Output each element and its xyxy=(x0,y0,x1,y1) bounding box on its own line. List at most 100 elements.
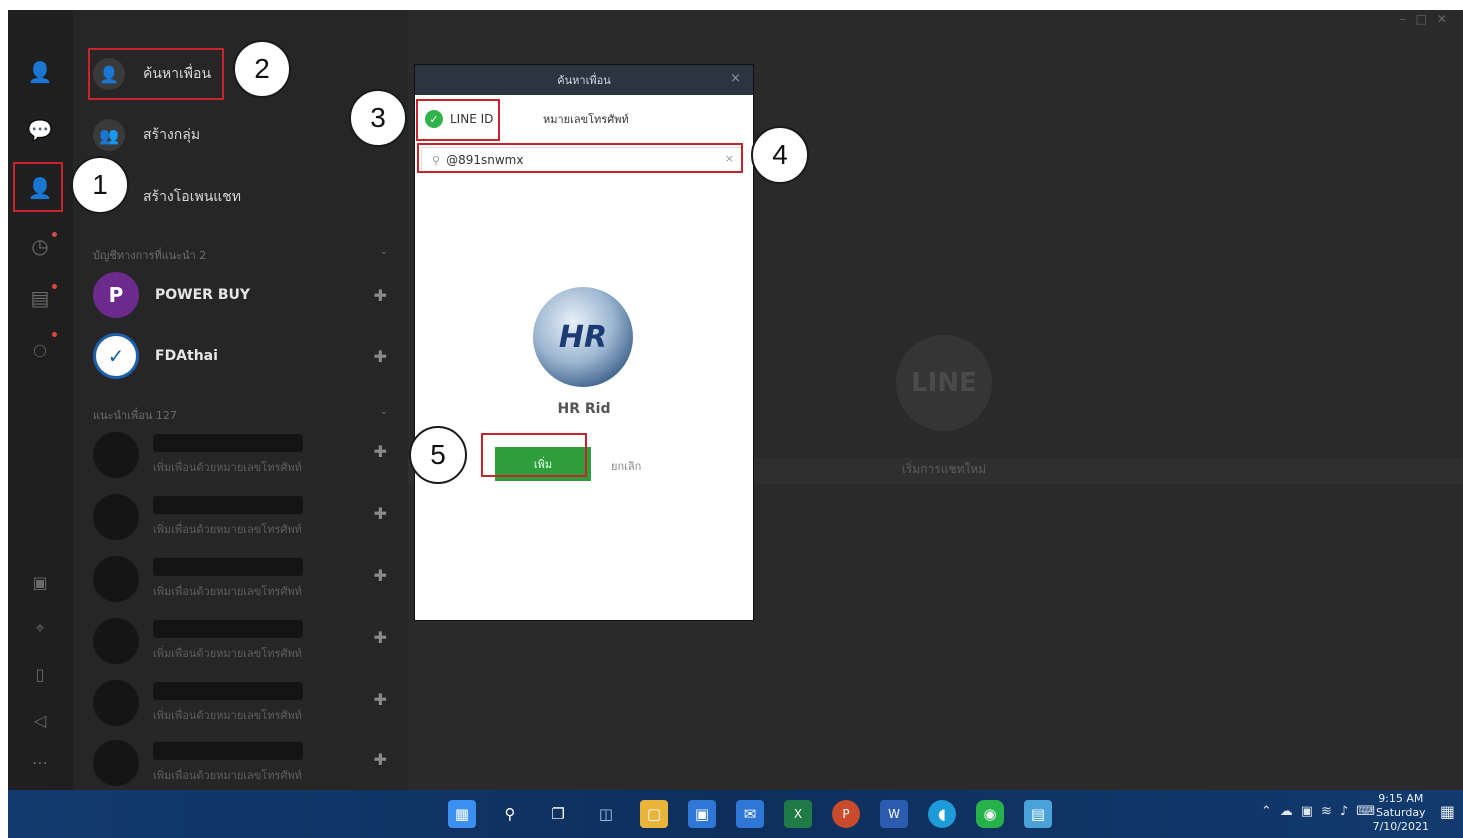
highlight-add-button xyxy=(481,433,587,477)
callout-step-1: 1 xyxy=(71,156,129,214)
list-item[interactable]: เพิ่มเพื่อนด้วยหมายเลขโทรศัพท์ ✚ xyxy=(93,428,393,484)
line-logo: LINE xyxy=(896,335,992,431)
start-chat-caption: เริ่มการแชทใหม่ xyxy=(901,462,987,476)
clock-day: Saturday xyxy=(1376,806,1426,819)
bookmark-icon[interactable]: ▯ xyxy=(26,660,54,688)
clock-date: 7/10/2021 xyxy=(1372,820,1429,833)
megaphone-icon[interactable]: ◁ xyxy=(26,706,54,734)
edge-icon[interactable]: ◖ xyxy=(928,800,956,828)
profile-name: HR Rid xyxy=(557,401,611,417)
redacted-name xyxy=(153,558,303,576)
callout-step-4: 4 xyxy=(751,126,809,184)
avatar xyxy=(93,680,139,726)
line-app-window: 👤 💬 👤 ◷ ▤ ◯ ▣ ⌖ ▯ ◁ ⋯ 👤 ค้นหาเพื่อน 👥 สร… xyxy=(8,10,1463,790)
person-add-icon[interactable]: ✚ xyxy=(374,442,387,461)
avatar xyxy=(93,618,139,664)
taskbar-clock[interactable]: 9:15 AM Saturday 7/10/2021 xyxy=(1373,792,1429,834)
list-item[interactable]: เพิ่มเพื่อนด้วยหมายเลขโทรศัพท์ ✚ xyxy=(93,676,393,732)
list-item[interactable]: เพิ่มเพื่อนด้วยหมายเลขโทรศัพท์ ✚ xyxy=(93,736,393,790)
create-group-label: สร้างกลุ่ม xyxy=(143,127,201,143)
word-icon[interactable]: W xyxy=(880,800,908,828)
tab-phone-label: หมายเลขโทรศัพท์ xyxy=(543,113,629,126)
mail-icon[interactable]: ✉ xyxy=(736,800,764,828)
avatar xyxy=(93,740,139,786)
system-tray[interactable]: ⌃☁▣≋♪⌨ xyxy=(1261,804,1383,819)
notification-icon[interactable]: ▦ xyxy=(1440,802,1455,821)
windows-icon[interactable]: ▦ xyxy=(448,800,476,828)
avatar: P xyxy=(93,272,139,318)
person-icon[interactable]: 👤 xyxy=(26,58,54,86)
line-app-icon[interactable]: ◉ xyxy=(976,800,1004,828)
profile-avatar: HR xyxy=(533,287,633,387)
tab-phone-number[interactable]: หมายเลขโทรศัพท์ xyxy=(543,105,629,133)
profile-avatar-text: HR xyxy=(558,319,608,355)
create-group-button[interactable]: 👥 สร้างกลุ่ม xyxy=(93,111,200,159)
redacted-name xyxy=(153,620,303,638)
notepad-icon[interactable]: ▤ xyxy=(1024,800,1052,828)
list-item-subtitle: เพิ่มเพื่อนด้วยหมายเลขโทรศัพท์ xyxy=(153,647,302,660)
chevron-down-icon[interactable]: ⌄ xyxy=(380,246,388,257)
list-item-subtitle: เพิ่มเพื่อนด้วยหมายเลขโทรศัพท์ xyxy=(153,769,302,782)
dialog-header: ค้นหาเพื่อน × xyxy=(415,65,753,95)
highlight-search-input xyxy=(417,143,743,173)
avatar xyxy=(93,556,139,602)
list-item[interactable]: เพิ่มเพื่อนด้วยหมายเลขโทรศัพท์ ✚ xyxy=(93,490,393,546)
dialog-title: ค้นหาเพื่อน xyxy=(557,74,611,87)
avatar xyxy=(93,494,139,540)
close-icon[interactable]: × xyxy=(730,71,741,86)
avatar xyxy=(93,432,139,478)
official-account-row[interactable]: ✓ FDAthai ✚ xyxy=(93,328,393,384)
notification-dot xyxy=(52,284,57,289)
folder-icon[interactable]: ▢ xyxy=(640,800,668,828)
excel-icon[interactable]: X xyxy=(784,800,812,828)
highlight-search-friends xyxy=(88,48,224,100)
account-name: POWER BUY xyxy=(155,287,250,303)
window-controls[interactable]: –□✕ xyxy=(1400,12,1457,26)
suggested-friends-label: แนะนำเพื่อน 127 xyxy=(93,409,177,422)
powerpoint-icon[interactable]: P xyxy=(832,800,860,828)
list-item-subtitle: เพิ่มเพื่อนด้วยหมายเลขโทรศัพท์ xyxy=(153,585,302,598)
create-openchat-button[interactable]: สร้างโอเพนแชท xyxy=(143,173,241,221)
video-icon[interactable]: ▣ xyxy=(26,568,54,596)
person-add-icon[interactable]: ✚ xyxy=(374,566,387,585)
list-item-subtitle: เพิ่มเพื่อนด้วยหมายเลขโทรศัพท์ xyxy=(153,523,302,536)
windows-taskbar: ▦ ⚲ ❐ ◫ ▢ ▣ ✉ X P W ◖ ◉ ▤ ⌃☁▣≋♪⌨ 9:15 AM… xyxy=(8,790,1463,838)
clock-time: 9:15 AM xyxy=(1378,792,1424,805)
cancel-button[interactable]: ยกเลิก xyxy=(611,457,641,475)
person-add-icon[interactable]: ✚ xyxy=(374,504,387,523)
person-add-icon[interactable]: ✚ xyxy=(374,690,387,709)
official-accounts-label: บัญชีทางการที่แนะนำ 2 xyxy=(93,249,207,262)
redacted-name xyxy=(153,434,303,452)
notes-icon[interactable]: ▤ xyxy=(26,284,54,312)
notification-dot xyxy=(52,232,57,237)
official-account-row[interactable]: P POWER BUY ✚ xyxy=(93,267,393,323)
person-add-icon[interactable]: ✚ xyxy=(374,750,387,769)
callout-step-2: 2 xyxy=(233,40,291,98)
line-circle-icon[interactable]: ◯ xyxy=(26,336,54,364)
list-item[interactable]: เพิ่มเพื่อนด้วยหมายเลขโทรศัพท์ ✚ xyxy=(93,614,393,670)
redacted-name xyxy=(153,496,303,514)
person-add-icon[interactable]: ✚ xyxy=(374,347,387,366)
more-icon[interactable]: ⋯ xyxy=(26,748,54,776)
search-icon[interactable]: ⚲ xyxy=(496,800,524,828)
callout-step-5: 5 xyxy=(409,426,467,484)
callout-step-3: 3 xyxy=(349,89,407,147)
redacted-name xyxy=(153,682,303,700)
redacted-name xyxy=(153,742,303,760)
task-view-icon[interactable]: ❐ xyxy=(544,800,572,828)
widgets-icon[interactable]: ◫ xyxy=(592,800,620,828)
chat-bubble-icon[interactable]: 💬 xyxy=(26,116,54,144)
chevron-down-icon[interactable]: ⌄ xyxy=(380,406,388,417)
crop-icon[interactable]: ⌖ xyxy=(26,614,54,642)
list-item-subtitle: เพิ่มเพื่อนด้วยหมายเลขโทรศัพท์ xyxy=(153,461,302,474)
icon-rail: 👤 💬 👤 ◷ ▤ ◯ ▣ ⌖ ▯ ◁ ⋯ xyxy=(8,10,73,790)
avatar: ✓ xyxy=(93,333,139,379)
highlight-add-friends xyxy=(13,162,63,212)
account-name: FDAthai xyxy=(155,348,218,364)
list-item[interactable]: เพิ่มเพื่อนด้วยหมายเลขโทรศัพท์ ✚ xyxy=(93,552,393,608)
person-add-icon[interactable]: ✚ xyxy=(374,628,387,647)
highlight-line-id-tab xyxy=(416,99,500,141)
store-icon[interactable]: ▣ xyxy=(688,800,716,828)
person-add-icon[interactable]: ✚ xyxy=(374,286,387,305)
clock-icon[interactable]: ◷ xyxy=(26,232,54,260)
